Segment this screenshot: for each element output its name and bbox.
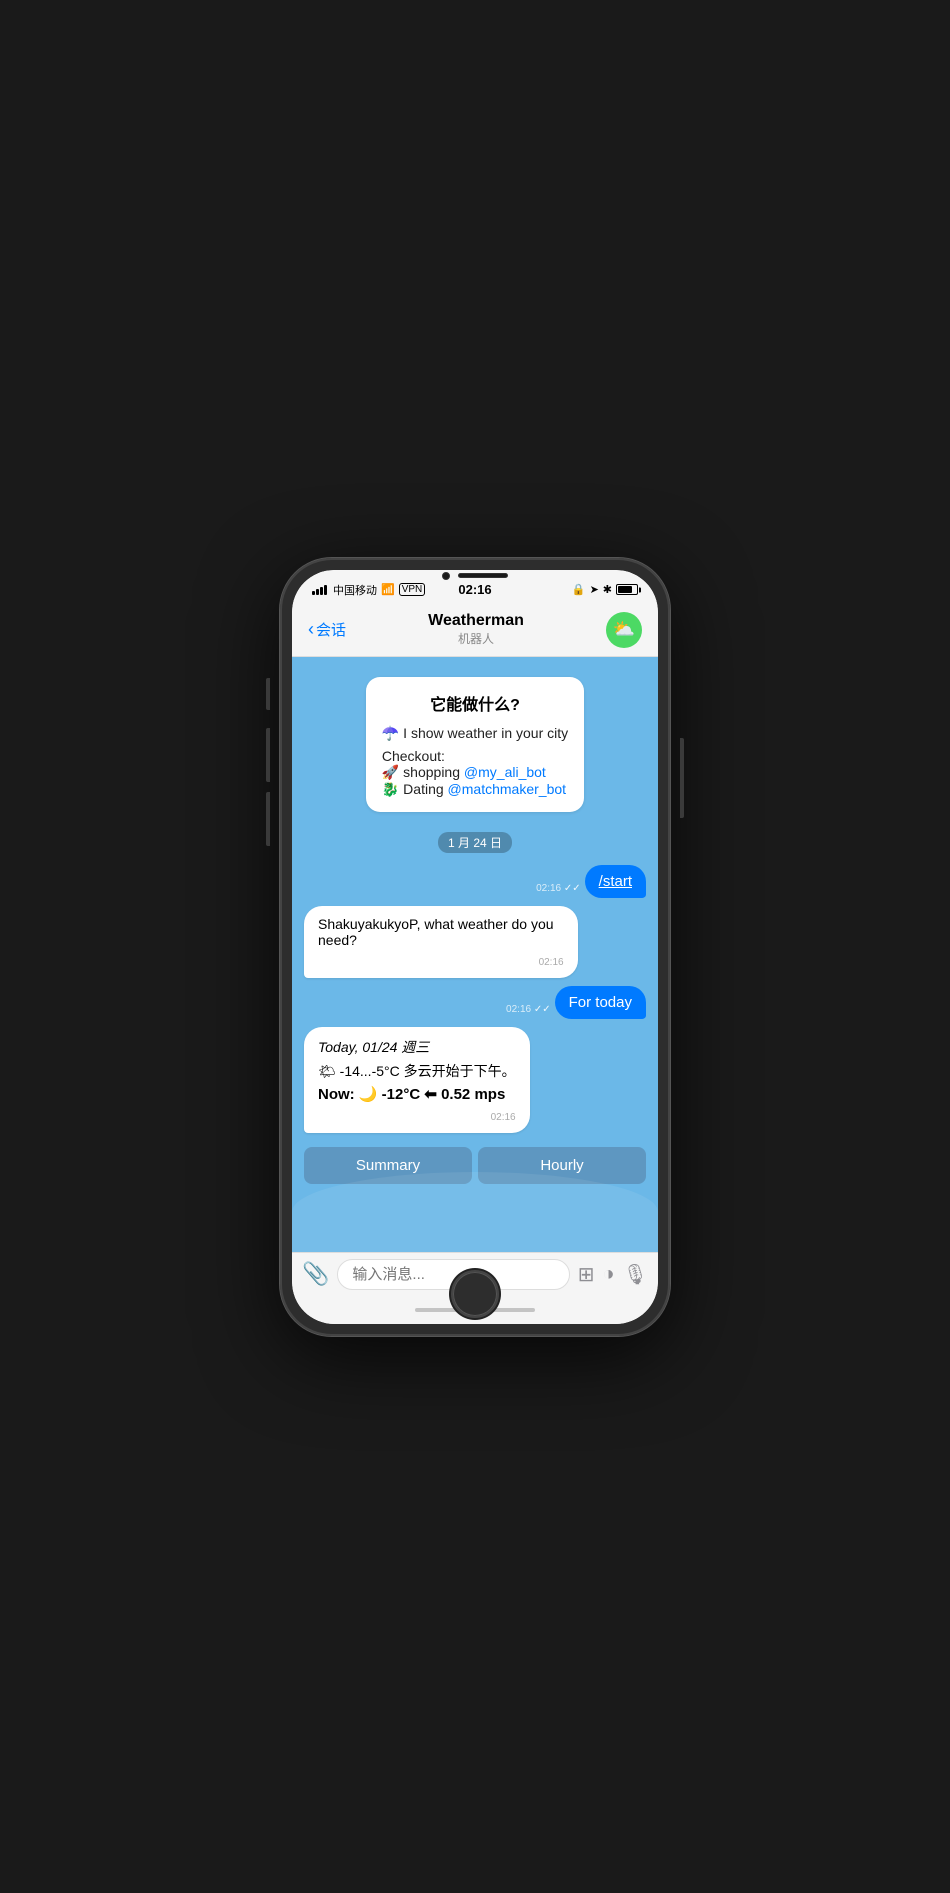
screen: 中国移动 📶 VPN 02:16 🔒 ➤ ✱ ‹ 会话 bbox=[292, 570, 658, 1324]
wifi-icon: 📶 bbox=[381, 583, 395, 596]
chat-area[interactable]: 它能做什么? ☂️ I show weather in your city Ch… bbox=[292, 657, 658, 1252]
shopping-link[interactable]: @my_ali_bot bbox=[464, 764, 546, 780]
intro-checkout: Checkout: 🚀 shopping @my_ali_bot 🐉 Datin… bbox=[382, 748, 568, 798]
signal-bar-1 bbox=[312, 591, 315, 595]
intro-bubble: 它能做什么? ☂️ I show weather in your city Ch… bbox=[366, 677, 584, 812]
chat-title: Weatherman bbox=[428, 612, 524, 630]
phone-inner: 中国移动 📶 VPN 02:16 🔒 ➤ ✱ ‹ 会话 bbox=[292, 570, 658, 1324]
emoji-icon[interactable]: ◑ bbox=[603, 1263, 615, 1286]
bot-avatar[interactable]: ⛅ bbox=[606, 612, 642, 648]
weather-temp-line: 🌤 -14...-5°C 多云开始于下午。 bbox=[318, 1061, 516, 1081]
msg-time-weather: 02:16 bbox=[491, 1112, 516, 1123]
volume-down-button bbox=[266, 792, 270, 846]
battery-fill bbox=[618, 586, 632, 593]
msg-time-for-today: 02:16 ✓✓ bbox=[506, 1004, 551, 1015]
message-row-what-weather: ShakuyakukyoP, what weather do you need?… bbox=[304, 906, 646, 978]
home-button[interactable] bbox=[451, 1270, 499, 1318]
sticker-icon[interactable]: ⊞ bbox=[578, 1262, 595, 1287]
summary-button[interactable]: Summary bbox=[304, 1147, 472, 1184]
message-row-for-today: 02:16 ✓✓ For today bbox=[304, 986, 646, 1019]
nav-bar: ‹ 会话 Weatherman 机器人 ⛅ bbox=[292, 606, 658, 657]
message-row-weather-report: Today, 01/24 週三 🌤 -14...-5°C 多云开始于下午。 No… bbox=[304, 1027, 646, 1133]
vpn-badge: VPN bbox=[399, 583, 426, 596]
bubble-what-weather: ShakuyakukyoP, what weather do you need?… bbox=[304, 906, 578, 978]
bluetooth-icon: ✱ bbox=[603, 583, 612, 596]
volume-up-button bbox=[266, 728, 270, 782]
message-row-start: 02:16 ✓✓ /start bbox=[304, 865, 646, 898]
dating-prefix: 🐉 Dating bbox=[382, 781, 448, 797]
msg-time-start: 02:16 ✓✓ bbox=[536, 883, 581, 894]
weather-now-line: Now: 🌙 -12°C ⬅ 0.52 mps bbox=[318, 1085, 516, 1103]
msg-time-what-weather: 02:16 bbox=[539, 957, 564, 968]
back-button[interactable]: ‹ 会话 bbox=[308, 619, 346, 640]
signal-bar-3 bbox=[320, 587, 323, 595]
carrier-label: 中国移动 bbox=[333, 582, 377, 598]
hourly-button[interactable]: Hourly bbox=[478, 1147, 646, 1184]
msg-text-start: /start bbox=[599, 873, 632, 890]
mic-icon[interactable]: 🎙 bbox=[623, 1262, 648, 1287]
status-right: 🔒 ➤ ✱ bbox=[572, 583, 638, 596]
intro-title: 它能做什么? bbox=[382, 691, 568, 715]
back-label: 会话 bbox=[316, 619, 346, 640]
date-stamp: 1 月 24 日 bbox=[304, 832, 646, 853]
msg-text-for-today: For today bbox=[569, 994, 632, 1011]
input-icons: ⊞ ◑ 🎙 bbox=[578, 1262, 648, 1287]
dating-link[interactable]: @matchmaker_bot bbox=[448, 781, 566, 797]
signal-bar-4 bbox=[324, 585, 327, 595]
bubble-weather-report: Today, 01/24 週三 🌤 -14...-5°C 多云开始于下午。 No… bbox=[304, 1027, 530, 1133]
camera-area bbox=[442, 572, 508, 580]
status-left: 中国移动 📶 VPN bbox=[312, 582, 425, 598]
mute-button bbox=[266, 678, 270, 710]
signal-bars-icon bbox=[312, 585, 327, 595]
camera-dot bbox=[442, 572, 450, 580]
msg-text-what-weather: ShakuyakukyoP, what weather do you need? bbox=[318, 916, 554, 948]
date-stamp-text: 1 月 24 日 bbox=[438, 832, 512, 853]
phone-frame: 中国移动 📶 VPN 02:16 🔒 ➤ ✱ ‹ 会话 bbox=[280, 558, 670, 1336]
intro-line1: ☂️ I show weather in your city bbox=[382, 725, 568, 742]
signal-bar-2 bbox=[316, 589, 319, 595]
location-icon: ➤ bbox=[590, 583, 599, 596]
battery-icon bbox=[616, 584, 638, 595]
power-button bbox=[680, 738, 684, 818]
weather-date-line: Today, 01/24 週三 bbox=[318, 1037, 516, 1057]
lock-icon: 🔒 bbox=[572, 583, 586, 596]
checkout-label: Checkout: bbox=[382, 748, 445, 764]
nav-center: Weatherman 机器人 bbox=[428, 612, 524, 647]
bubble-for-today: For today bbox=[555, 986, 646, 1019]
chat-subtitle: 机器人 bbox=[428, 630, 524, 647]
attach-icon[interactable]: 📎 bbox=[302, 1261, 329, 1287]
quick-replies: Summary Hourly bbox=[304, 1141, 646, 1188]
bubble-start: /start bbox=[585, 865, 646, 898]
shopping-prefix: 🚀 shopping bbox=[382, 764, 464, 780]
chevron-left-icon: ‹ bbox=[308, 619, 314, 640]
avatar-emoji: ⛅ bbox=[613, 619, 635, 640]
speaker-slot bbox=[458, 573, 508, 578]
status-time: 02:16 bbox=[458, 582, 491, 597]
